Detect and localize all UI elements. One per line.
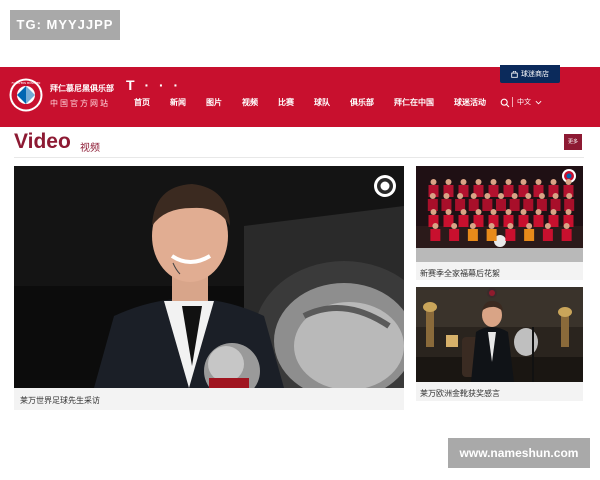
video-thumbnail[interactable] — [416, 166, 583, 262]
main-nav: 首页 新闻 图片 视频 比赛 球队 俱乐部 拜仁在中国 球迷活动 — [134, 97, 486, 108]
fan-store-button[interactable]: 球迷商店 — [500, 65, 560, 83]
section-divider — [14, 157, 584, 158]
nav-item[interactable]: 图片 — [206, 97, 222, 108]
nav-item[interactable]: 首页 — [134, 97, 150, 108]
video-card-featured[interactable]: 莱万世界足球先生采访 — [14, 166, 404, 410]
brand-name[interactable]: 拜仁慕尼黑俱乐部 — [50, 83, 114, 94]
nav-item[interactable]: 俱乐部 — [350, 97, 374, 108]
store-icon — [511, 70, 518, 78]
chevron-down-icon — [535, 100, 542, 104]
search-icon[interactable] — [500, 98, 510, 108]
video-card[interactable]: 莱万欧洲金靴获奖感言 — [416, 287, 583, 401]
site-header: FC BAYERN MÜNCHEN 拜仁慕尼黑俱乐部 中国官方网站 T · · … — [0, 65, 600, 127]
brand-subtitle: 中国官方网站 — [50, 99, 110, 108]
section-title: Video — [14, 130, 71, 153]
video-caption[interactable]: 莱万世界足球先生采访 — [20, 395, 100, 406]
nav-item[interactable]: 新闻 — [170, 97, 186, 108]
divider — [512, 97, 513, 107]
nav-item[interactable]: 球队 — [314, 97, 330, 108]
nav-item[interactable]: 球迷活动 — [454, 97, 486, 108]
watermark-top: TG: MYYJJPP — [10, 10, 120, 40]
more-button[interactable]: 更多 — [564, 134, 582, 150]
nav-item[interactable]: 拜仁在中国 — [394, 97, 434, 108]
video-caption[interactable]: 新赛季全家福幕后花絮 — [420, 268, 500, 279]
sponsor-logo: T · · · — [126, 77, 182, 93]
video-thumbnail[interactable] — [14, 166, 404, 388]
fan-store-label: 球迷商店 — [521, 70, 549, 78]
club-logo[interactable]: FC BAYERN MÜNCHEN — [9, 78, 43, 112]
video-caption[interactable]: 莱万欧洲金靴获奖感言 — [420, 388, 500, 399]
video-thumbnail[interactable] — [416, 287, 583, 382]
section-subtitle: 视频 — [80, 143, 100, 154]
language-label: 中文 — [517, 98, 531, 106]
video-card[interactable]: 新赛季全家福幕后花絮 — [416, 166, 583, 280]
nav-item[interactable]: 视频 — [242, 97, 258, 108]
nav-item[interactable]: 比赛 — [278, 97, 294, 108]
watermark-bottom: www.nameshun.com — [448, 438, 590, 468]
language-selector[interactable]: 中文 — [517, 97, 542, 107]
